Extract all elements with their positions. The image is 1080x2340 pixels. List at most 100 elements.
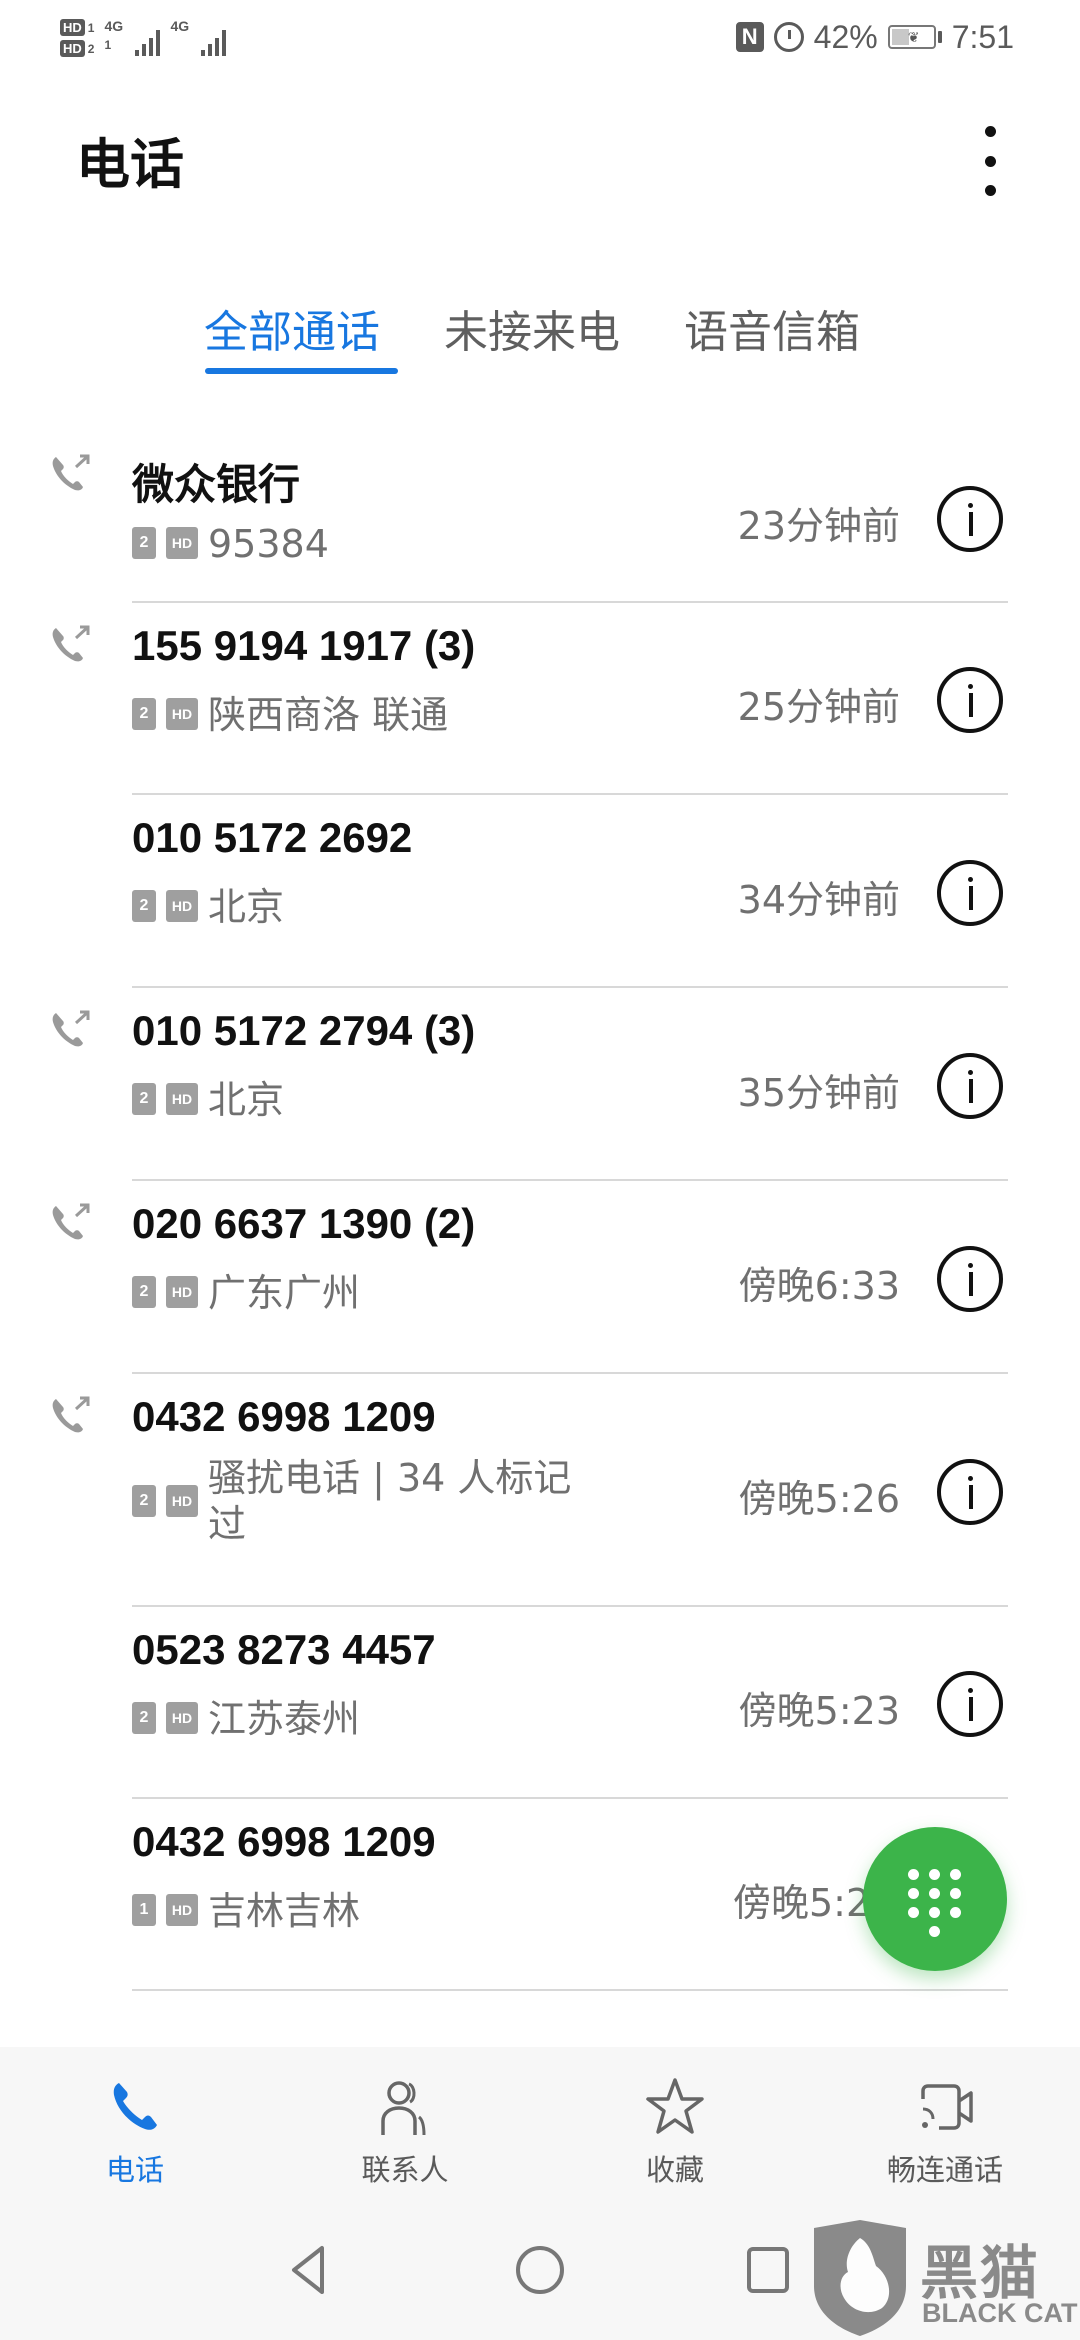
info-icon[interactable] <box>937 1671 1003 1737</box>
call-details: 2 HD 骚扰电话 | 34 人标记过 <box>132 1455 598 1547</box>
battery-tip <box>937 31 942 43</box>
tab-all-calls[interactable]: 全部通话 <box>204 296 380 360</box>
row-divider <box>132 1989 1008 1991</box>
clock: 7:51 <box>951 18 1014 55</box>
call-time: 傍晚5:2 <box>733 1881 871 1925</box>
row-divider <box>132 986 1008 988</box>
home-icon[interactable] <box>510 2240 570 2300</box>
contact-name: 020 6637 1390 (2) <box>132 1200 476 1247</box>
nav-meetime[interactable]: 畅连通话 <box>810 2047 1080 2217</box>
hd-call-icon: HD <box>166 1894 198 1926</box>
call-details: 1 HD 吉林吉林 <box>132 1888 360 1934</box>
hd-call-icon: HD <box>166 698 198 730</box>
nav-favorites[interactable]: 收藏 <box>540 2047 810 2217</box>
network-type-2: 4G <box>170 18 190 34</box>
contact-name: 155 9194 1917 (3) <box>132 622 476 669</box>
call-details: 2 HD 北京 <box>132 1077 284 1123</box>
call-time: 35分钟前 <box>737 1070 900 1115</box>
row-divider <box>132 1797 1008 1799</box>
call-filter-tabs: 全部通话 未接来电 语音信箱 <box>0 296 1080 386</box>
call-log-item[interactable]: 0432 6998 1209 2 HD 骚扰电话 | 34 人标记过 傍晚5:26 <box>0 1375 1080 1608</box>
battery-saver-icon: ❦ <box>887 25 936 49</box>
hd-badge-sim2: HD <box>60 40 85 57</box>
hd-badge-sim1: HD <box>60 19 85 36</box>
call-details: 2 HD 广东广州 <box>132 1270 360 1316</box>
call-time: 34分钟前 <box>737 877 900 922</box>
tab-voicemail[interactable]: 语音信箱 <box>684 296 860 360</box>
hd-call-icon: HD <box>166 1083 198 1115</box>
watermark-subtitle: BLACK CAT <box>922 2298 1078 2328</box>
outgoing-call-icon <box>50 1202 94 1242</box>
signal-icon-sim2: 4G <box>170 16 227 60</box>
status-bar: HD 1 HD 2 4G 1 4G N 42% ❦ 7:51 <box>0 0 1080 72</box>
outgoing-call-icon <box>50 453 94 493</box>
signal-icon-sim1: 4G 1 <box>104 16 161 60</box>
outgoing-call-icon <box>50 1009 94 1049</box>
nav-label: 畅连通话 <box>886 2153 1003 2187</box>
list-item-partial[interactable]: 微众银行 <box>0 2030 1080 2047</box>
video-call-icon <box>921 2084 973 2130</box>
contacts-icon <box>381 2081 426 2136</box>
call-location: 吉林吉林 <box>208 1889 361 1933</box>
hd-call-icon: HD <box>166 890 198 922</box>
hd-call-icon: HD <box>166 1276 198 1308</box>
info-icon[interactable] <box>937 1458 1003 1525</box>
nav-label: 电话 <box>105 2153 164 2187</box>
sim-card-icon: 2 <box>132 1276 156 1308</box>
call-location: 骚扰电话 | 34 人标记过 <box>208 1456 572 1546</box>
outgoing-call-icon <box>50 624 94 664</box>
call-log-item[interactable]: 010 5172 2794 (3) 2 HD 北京 35分钟前 <box>0 989 1080 1182</box>
call-time: 傍晚6:33 <box>738 1263 900 1308</box>
call-location: 广东广州 <box>208 1271 361 1315</box>
nav-phone[interactable]: 电话 <box>0 2047 270 2217</box>
call-details: 2 HD 95384 <box>132 521 329 567</box>
call-log-item[interactable]: 020 6637 1390 (2) 2 HD 广东广州 傍晚6:33 <box>0 1182 1080 1375</box>
call-location: 北京 <box>208 1078 285 1122</box>
star-icon <box>646 2078 704 2134</box>
row-divider <box>132 1179 1008 1181</box>
info-icon[interactable] <box>937 485 1003 552</box>
battery-percent: 42% <box>813 18 878 55</box>
call-log-item[interactable]: 0523 8273 4457 2 HD 江苏泰州 傍晚5:23 <box>0 1608 1080 1800</box>
dialpad-button[interactable] <box>863 1827 1007 1971</box>
info-icon[interactable] <box>937 859 1003 926</box>
call-location: 江苏泰州 <box>208 1697 361 1741</box>
tab-missed-calls[interactable]: 未接来电 <box>444 296 620 360</box>
page-title: 电话 <box>76 133 184 196</box>
sim-card-icon: 1 <box>132 1894 156 1926</box>
nav-contacts[interactable]: 联系人 <box>270 2047 540 2217</box>
call-time: 傍晚5:23 <box>738 1689 900 1733</box>
sim2-index: 2 <box>87 41 95 56</box>
call-log-item[interactable]: 155 9194 1917 (3) 2 HD 陕西商洛 联通 25分钟前 <box>0 604 1080 796</box>
sim-card-icon: 2 <box>132 1485 156 1517</box>
dialpad-icon <box>908 1869 962 1939</box>
alarm-icon <box>773 22 804 52</box>
outgoing-call-icon <box>50 1395 94 1435</box>
nfc-icon: N <box>735 22 764 52</box>
call-location: 95384 <box>208 522 329 566</box>
info-icon[interactable] <box>937 667 1003 733</box>
info-icon[interactable] <box>937 1052 1003 1119</box>
sim-card-icon: 2 <box>132 527 156 559</box>
row-divider <box>132 601 1008 603</box>
sim1-index: 1 <box>87 20 95 35</box>
contact-name: 0432 6998 1209 <box>132 1818 436 1865</box>
recents-icon[interactable] <box>740 2240 800 2300</box>
call-log-item[interactable]: 微众银行 2 HD 95384 23分钟前 <box>0 433 1080 604</box>
back-icon[interactable] <box>280 2240 340 2300</box>
call-details: 2 HD 北京 <box>132 884 284 930</box>
call-log-item[interactable]: 010 5172 2692 2 HD 北京 34分钟前 <box>0 796 1080 989</box>
call-time: 傍晚5:26 <box>738 1476 900 1521</box>
more-vertical-icon[interactable] <box>975 126 1005 196</box>
nav-label: 联系人 <box>361 2153 449 2187</box>
sim-card-icon: 2 <box>132 890 156 922</box>
call-location: 北京 <box>208 885 285 929</box>
call-location: 陕西商洛 联通 <box>208 693 449 737</box>
contact-name: 微众银行 <box>132 2038 300 2047</box>
contact-name: 0523 8273 4457 <box>132 1626 436 1673</box>
contact-name: 010 5172 2692 <box>132 814 413 861</box>
hd-call-icon: HD <box>166 1702 198 1734</box>
phone-icon <box>113 2083 157 2130</box>
info-icon[interactable] <box>937 1245 1003 1312</box>
row-divider <box>132 1372 1008 1374</box>
